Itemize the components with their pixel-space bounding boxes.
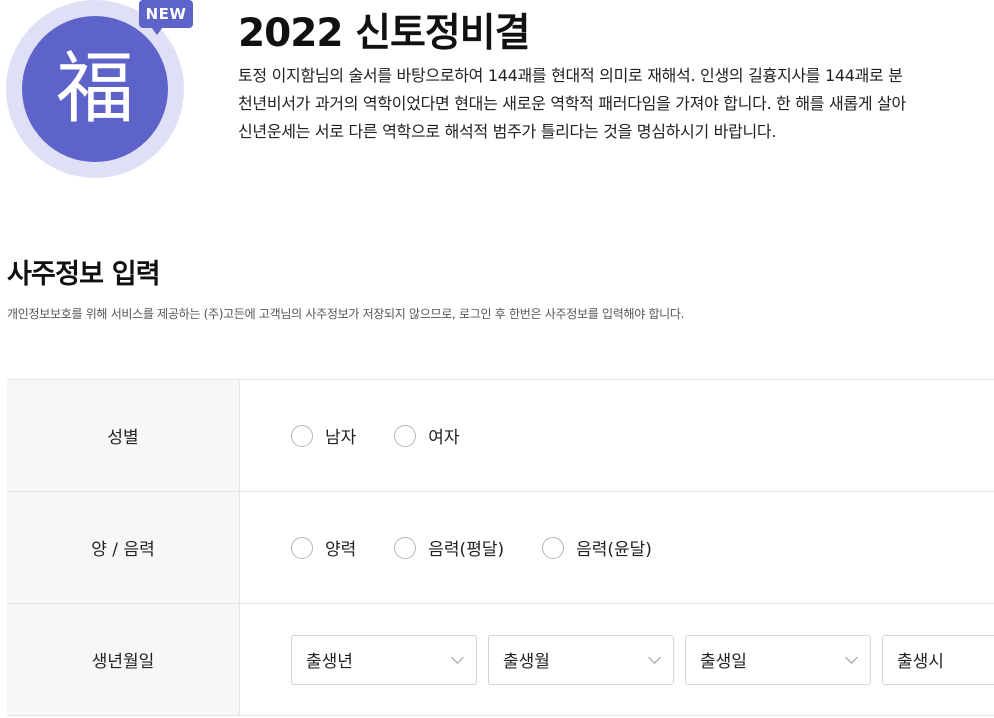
calendar-label: 양 / 음력 <box>7 492 240 603</box>
saju-form: 성별 남자 여자 양 / 음력 양력 음력(평달) 음력(윤달) 생년월일 출생… <box>7 379 994 716</box>
calendar-radio-lunar-leap[interactable]: 음력(윤달) <box>542 535 652 560</box>
radio-label: 음력(평달) <box>428 540 505 560</box>
description-line: 토정 이지함님의 술서를 바탕으로하여 144괘를 현대적 의미로 재해석. 인… <box>238 66 903 85</box>
section-title: 사주정보 입력 <box>7 259 161 290</box>
select-value: 출생년 <box>306 652 353 672</box>
select-value: 출생일 <box>700 652 747 672</box>
page: 福 NEW 2022 신토정비결 토정 이지함님의 술서를 바탕으로하여 144… <box>0 0 994 718</box>
chevron-down-icon <box>451 651 464 664</box>
birth-year-select[interactable]: 출생년 <box>291 634 477 685</box>
new-badge: NEW <box>139 0 193 35</box>
logo-circle: 福 <box>22 16 168 162</box>
gender-row: 성별 남자 여자 <box>7 380 994 492</box>
privacy-notice: 개인정보보호를 위해 서비스를 제공하는 (주)고든에 고객님의 사주정보가 저… <box>7 307 685 321</box>
radio-circle-icon[interactable] <box>394 424 417 447</box>
birth-hour-select[interactable]: 출생시 <box>882 634 994 685</box>
chevron-down-icon <box>845 651 858 664</box>
birthdate-label: 생년월일 <box>7 604 240 715</box>
chevron-down-icon <box>648 651 661 664</box>
product-title: 2022 신토정비결 <box>238 11 531 56</box>
birth-month-select[interactable]: 출생월 <box>488 634 674 685</box>
radio-label: 여자 <box>428 428 460 448</box>
radio-circle-icon[interactable] <box>394 536 417 559</box>
description-line: 신년운세는 서로 다른 역학으로 해석적 범주가 틀리다는 것을 명심하시기 바… <box>238 122 777 141</box>
product-logo: 福 NEW <box>6 0 193 180</box>
calendar-radio-lunar[interactable]: 음력(평달) <box>394 535 504 560</box>
calendar-radio-solar[interactable]: 양력 <box>291 535 356 560</box>
gender-field: 남자 여자 <box>240 380 994 491</box>
select-value: 출생시 <box>897 652 944 672</box>
fortune-char-icon: 福 <box>55 44 134 134</box>
radio-label: 양력 <box>325 540 357 560</box>
radio-circle-icon[interactable] <box>291 536 313 559</box>
select-value: 출생월 <box>503 652 550 672</box>
product-description: 토정 이지함님의 술서를 바탕으로하여 144괘를 현대적 의미로 재해석. 인… <box>238 62 994 146</box>
birth-day-select[interactable]: 출생일 <box>685 634 871 685</box>
description-line: 천년비서가 과거의 역학이었다면 현대는 새로운 역학적 패러다임을 가져야 합… <box>238 94 906 113</box>
radio-label: 음력(윤달) <box>576 540 652 560</box>
radio-label: 남자 <box>325 428 357 448</box>
radio-circle-icon[interactable] <box>542 536 565 559</box>
calendar-field: 양력 음력(평달) 음력(윤달) <box>240 492 994 603</box>
calendar-row: 양 / 음력 양력 음력(평달) 음력(윤달) <box>7 492 994 604</box>
gender-radio-female[interactable]: 여자 <box>394 423 460 448</box>
radio-circle-icon[interactable] <box>291 424 313 447</box>
gender-radio-male[interactable]: 남자 <box>291 423 356 448</box>
birthdate-field: 출생년 출생월 출생일 출생시 <box>240 604 994 715</box>
birthdate-row: 생년월일 출생년 출생월 출생일 출생시 <box>7 604 994 716</box>
gender-label: 성별 <box>7 380 240 491</box>
